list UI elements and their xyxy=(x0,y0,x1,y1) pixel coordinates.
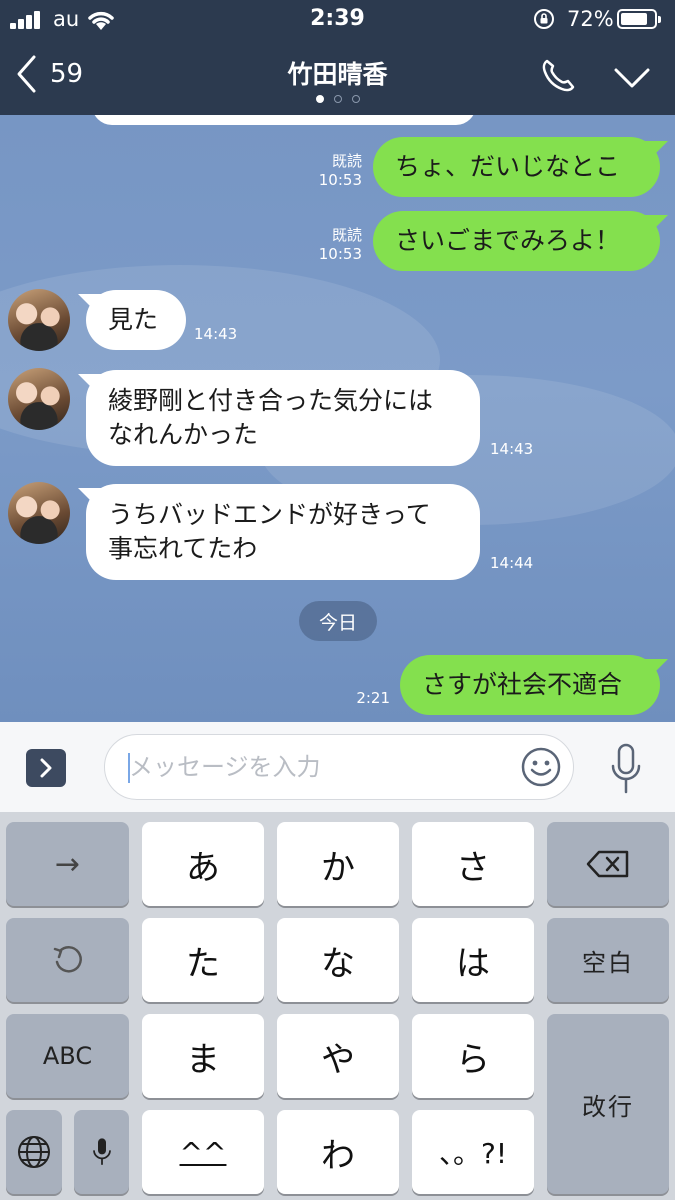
message-bubble-sent[interactable]: さいごまでみろよ！ xyxy=(373,211,668,271)
read-receipt: 既読 xyxy=(331,152,362,170)
key-label: → xyxy=(54,846,81,882)
message-text-line: 事忘れてたわ xyxy=(108,534,258,563)
rotation-lock-icon xyxy=(534,9,554,29)
chevron-down-icon[interactable] xyxy=(612,64,652,92)
bubble-tail xyxy=(644,659,668,677)
message-text: さすが社会不適合 xyxy=(422,670,623,699)
message-time: 14:43 xyxy=(490,440,534,458)
bubble-tail xyxy=(78,294,102,312)
page-dot-active xyxy=(315,95,324,103)
key-label: や xyxy=(321,1039,355,1080)
key-ka[interactable]: か xyxy=(277,822,399,906)
message-bubble-sent[interactable]: ちょ、だいじなとこ xyxy=(373,137,668,197)
message-meta: 既読 10:53 xyxy=(300,152,362,190)
key-label: ABC xyxy=(42,1042,93,1070)
avatar[interactable] xyxy=(8,368,70,430)
key-label: な xyxy=(321,943,355,984)
chevron-left-icon xyxy=(17,55,36,93)
back-button[interactable]: 59 xyxy=(14,54,83,94)
chevron-right-icon xyxy=(40,758,52,778)
message-text: 見た xyxy=(108,305,159,334)
read-receipt: 既読 xyxy=(331,226,362,244)
key-label: あ xyxy=(186,847,220,888)
phone-call-icon[interactable] xyxy=(538,56,578,96)
bubble-tail xyxy=(644,141,668,159)
key-label: ら xyxy=(456,1039,490,1080)
space-key[interactable]: 空白 xyxy=(547,918,669,1002)
avatar[interactable] xyxy=(8,289,70,351)
status-bar: au 2:39 72% xyxy=(0,0,675,40)
message-text: さいごまでみろよ！ xyxy=(395,226,621,255)
date-separator: 今日 xyxy=(299,601,377,641)
key-label: 改行 xyxy=(582,1092,634,1121)
key-a[interactable]: あ xyxy=(142,822,264,906)
key-ha[interactable]: は xyxy=(412,918,534,1002)
message-text: ちょ、だいじなとこ xyxy=(395,152,621,181)
backspace-key[interactable] xyxy=(547,822,669,906)
key-wa[interactable]: わ xyxy=(277,1110,399,1194)
chat-header: au 2:39 72% 59 竹田晴香 xyxy=(0,0,675,115)
key-sa[interactable]: さ xyxy=(412,822,534,906)
message-bubble-partial[interactable] xyxy=(92,115,476,125)
chat-history[interactable]: 既読 10:53 ちょ、だいじなとこ 既読 10:53 さいごまでみろよ！ 見た… xyxy=(0,115,675,722)
message-bubble-received[interactable]: 綾野剛と付き合った気分には なれんかった xyxy=(78,370,480,466)
message-time: 2:21 xyxy=(356,689,390,707)
key-ya[interactable]: や xyxy=(277,1014,399,1098)
key-label: ^^ xyxy=(179,1135,227,1169)
key-label: 空白 xyxy=(582,948,634,977)
message-text-line: うちバッドエンドが好きって xyxy=(108,500,431,529)
key-label: わ xyxy=(321,1135,355,1176)
bubble-tail xyxy=(78,488,102,506)
backspace-icon xyxy=(586,850,629,878)
message-time: 10:53 xyxy=(318,171,362,189)
return-key[interactable]: 改行 xyxy=(547,1014,669,1194)
battery-icon xyxy=(617,9,661,29)
message-meta: 既読 10:53 xyxy=(300,226,362,264)
key-label: ま xyxy=(186,1039,220,1080)
microphone-icon xyxy=(92,1138,111,1165)
key-label: は xyxy=(456,943,490,984)
text-caret xyxy=(128,753,130,783)
page-dot xyxy=(351,95,360,103)
message-text-line: なれんかった xyxy=(108,420,259,449)
message-input-bar xyxy=(0,722,675,812)
key-label: か xyxy=(321,847,355,888)
key-emoticon[interactable]: ^^ xyxy=(142,1110,264,1194)
undo-icon xyxy=(53,946,82,973)
keyboard: → あ か さ た な は 空白 ABC ま や ら 改行 ^^ わ 、。?! xyxy=(0,812,675,1200)
key-label: さ xyxy=(456,847,490,888)
battery-percent: 72% xyxy=(567,7,614,31)
abc-key[interactable]: ABC xyxy=(6,1014,129,1098)
key-next-arrow[interactable]: → xyxy=(6,822,129,906)
emoji-icon[interactable] xyxy=(520,746,562,788)
key-na[interactable]: な xyxy=(277,918,399,1002)
key-punctuation[interactable]: 、。?! xyxy=(412,1110,534,1194)
message-input[interactable] xyxy=(104,734,574,800)
key-ra[interactable]: ら xyxy=(412,1014,534,1098)
dictation-key[interactable] xyxy=(74,1110,129,1194)
avatar[interactable] xyxy=(8,482,70,544)
globe-key[interactable] xyxy=(6,1110,62,1194)
microphone-icon[interactable] xyxy=(606,742,646,796)
key-ma[interactable]: ま xyxy=(142,1014,264,1098)
message-text-line: 綾野剛と付き合った気分には xyxy=(108,386,434,415)
key-ta[interactable]: た xyxy=(142,918,264,1002)
page-indicator xyxy=(0,95,675,103)
key-label: た xyxy=(186,943,220,984)
bubble-tail xyxy=(78,374,102,392)
message-time: 14:44 xyxy=(490,554,534,572)
message-bubble-sent[interactable]: さすが社会不適合 xyxy=(400,655,668,715)
undo-key[interactable] xyxy=(6,918,129,1002)
page-dot xyxy=(333,95,342,103)
message-time: 14:43 xyxy=(194,325,238,343)
message-bubble-received[interactable]: 見た xyxy=(78,290,186,350)
message-time: 10:53 xyxy=(318,245,362,263)
globe-icon xyxy=(18,1136,50,1168)
bubble-tail xyxy=(644,215,668,233)
message-bubble-received[interactable]: うちバッドエンドが好きって 事忘れてたわ xyxy=(78,484,480,580)
unread-count: 59 xyxy=(50,59,84,89)
expand-menu-button[interactable] xyxy=(26,749,66,787)
key-label: 、。?! xyxy=(438,1137,508,1170)
